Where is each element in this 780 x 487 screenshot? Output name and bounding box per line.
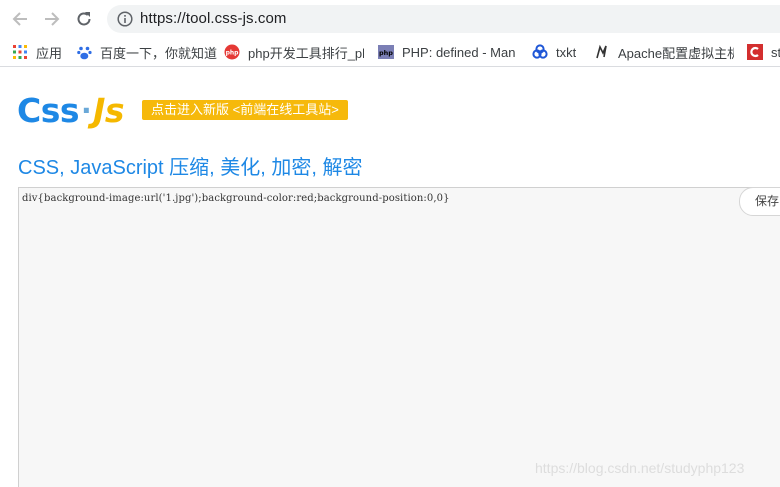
bookmark-label: php开发工具排行_pl: [248, 45, 364, 61]
baidu-paw-icon: [76, 44, 92, 60]
logo-js-text: Js: [93, 90, 125, 130]
bookmark-label: txkt: [556, 44, 577, 60]
page-title: CSS, JavaScript 压缩, 美化, 加密, 解密: [18, 157, 363, 179]
apache-feather-icon: [594, 44, 610, 60]
url-text[interactable]: https://tool.css-js.com: [140, 10, 287, 27]
php-red-circle-icon: php: [224, 44, 240, 60]
reload-button[interactable]: [74, 9, 94, 29]
address-bar[interactable]: https://tool.css-js.com: [107, 5, 780, 33]
reload-icon: [77, 12, 91, 26]
svg-text:php: php: [379, 49, 393, 57]
bookmark-label: Apache配置虚拟主机: [618, 45, 734, 61]
bookmark-txkt[interactable]: txkt: [532, 42, 576, 62]
browser-toolbar: https://tool.css-js.com: [0, 0, 780, 37]
watermark-text: https://blog.csdn.net/studyphp123: [535, 460, 745, 476]
site-logo[interactable]: Css · Js: [17, 90, 125, 130]
bookmark-label: st: [771, 44, 780, 60]
site-info-icon[interactable]: [117, 11, 133, 27]
back-button[interactable]: [10, 9, 30, 29]
code-text[interactable]: div{background-image:url('1.jpg');backgr…: [22, 193, 450, 204]
bookmark-php-tools[interactable]: php php开发工具排行_pl: [224, 42, 364, 62]
bookmark-label: PHP: defined - Man: [402, 44, 516, 60]
bookmark-label: 应用: [36, 45, 63, 61]
save-button[interactable]: 保存: [739, 187, 780, 216]
txkt-icon: [532, 44, 548, 60]
page-content: Css · Js 点击进入新版 <前端在线工具站> CSS, JavaScrip…: [0, 68, 780, 487]
svg-text:php: php: [226, 50, 240, 57]
logo-css-text: Css: [17, 90, 80, 130]
new-version-link[interactable]: 点击进入新版 <前端在线工具站>: [142, 100, 348, 120]
bookmark-apache[interactable]: Apache配置虚拟主机: [594, 42, 734, 62]
red-c-icon: [747, 44, 763, 60]
logo-dot: ·: [81, 93, 92, 127]
bookmark-label: 百度一下，你就知道: [100, 45, 218, 61]
code-input-area[interactable]: div{background-image:url('1.jpg');backgr…: [18, 187, 780, 487]
apps-grid-icon: [12, 44, 28, 60]
back-arrow-icon: [12, 12, 27, 26]
bookmark-st[interactable]: st: [747, 42, 780, 62]
bookmark-apps[interactable]: 应用: [12, 42, 62, 62]
bookmark-baidu[interactable]: 百度一下，你就知道: [76, 42, 217, 62]
forward-button[interactable]: [42, 9, 62, 29]
bookmark-php-manual[interactable]: php PHP: defined - Man: [378, 42, 516, 62]
bookmarks-bar: 应用 百度一下，你就知道 php php开发工具排行_pl php PHP: d…: [0, 37, 780, 67]
forward-arrow-icon: [45, 12, 60, 26]
php-manual-icon: php: [378, 44, 394, 60]
